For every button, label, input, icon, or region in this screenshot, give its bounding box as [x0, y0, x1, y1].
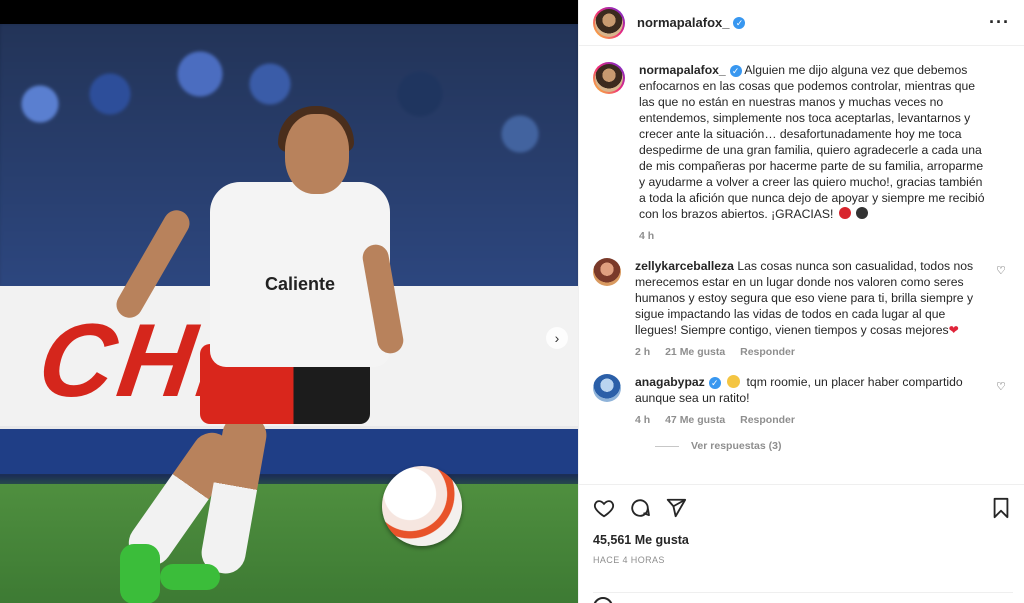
add-comment-bar[interactable] [593, 592, 1013, 603]
view-replies-label[interactable]: Ver respuestas (3) [691, 440, 781, 452]
comment-like-icon[interactable]: ♡ [996, 264, 1008, 277]
red-heart-emoji: ❤ [948, 323, 959, 337]
sad-face-emoji [727, 375, 741, 388]
verified-badge-icon: ✓ [708, 377, 721, 389]
caption: normapalafox_ ✓ Alguien me dijo alguna ve… [593, 62, 1010, 244]
caption-username[interactable]: normapalafox_ [639, 63, 726, 77]
comments-list: normapalafox_ ✓ Alguien me dijo alguna ve… [579, 46, 1024, 484]
post-photo[interactable]: CHIVA Caliente › [0, 24, 578, 603]
comment-time: 4 h [635, 414, 651, 426]
author-username[interactable]: normapalafox_ [637, 15, 729, 30]
black-heart-emoji [856, 207, 869, 219]
comment-item: anagabypaz ✓ tqm roomie, un placer haber … [593, 374, 1010, 428]
post-actions: 45,561 Me gusta HACE 4 HORAS [579, 484, 1024, 565]
comment-time: 2 h [635, 346, 651, 358]
player-boot [120, 544, 160, 603]
caption-time: 4 h [639, 230, 655, 242]
reply-button[interactable]: Responder [740, 414, 795, 426]
verified-badge-icon: ✓ [733, 16, 746, 29]
more-icon[interactable]: ··· [989, 12, 1010, 33]
author-avatar[interactable] [593, 7, 625, 39]
soccer-ball [382, 466, 462, 546]
comment-username[interactable]: zellykarceballeza [635, 259, 734, 273]
post-panel: normapalafox_ ✓ ··· normapalafox_ ✓ Algui… [578, 0, 1024, 603]
red-heart-emoji [838, 207, 851, 219]
reply-button[interactable]: Responder [740, 346, 795, 358]
player-boot [160, 564, 220, 590]
replies-divider [655, 445, 679, 447]
like-count[interactable]: 45,561 Me gusta [593, 533, 1011, 547]
caption-text: Alguien me dijo alguna vez que debemos e… [639, 63, 985, 221]
author-avatar[interactable] [593, 62, 625, 94]
player-head [285, 114, 349, 194]
comment-item: zellykarceballeza Las cosas nunca son ca… [593, 258, 1010, 360]
post-header: normapalafox_ ✓ ··· [579, 0, 1024, 46]
comment-likes[interactable]: 21 Me gusta [665, 346, 725, 358]
comment-icon[interactable] [629, 497, 651, 519]
heart-icon[interactable] [593, 497, 615, 519]
share-icon[interactable] [665, 497, 687, 519]
player-arm [111, 205, 195, 323]
player-figure: Caliente [111, 94, 410, 603]
post-timestamp: HACE 4 HORAS [593, 555, 665, 565]
action-icons [593, 495, 1011, 521]
emoji-icon[interactable] [593, 597, 613, 603]
commenter-avatar[interactable] [593, 258, 621, 286]
bookmark-icon[interactable] [991, 497, 1011, 519]
verified-badge-icon: ✓ [729, 65, 742, 77]
comment-username[interactable]: anagabypaz [635, 375, 705, 389]
view-replies-button[interactable]: Ver respuestas (3) [655, 440, 1010, 452]
shirt-sponsor: Caliente [265, 274, 336, 294]
commenter-avatar[interactable] [593, 374, 621, 402]
comment-likes[interactable]: 47 Me gusta [665, 414, 725, 426]
comment-like-icon[interactable]: ♡ [996, 380, 1008, 393]
carousel-next-icon[interactable]: › [546, 327, 568, 349]
